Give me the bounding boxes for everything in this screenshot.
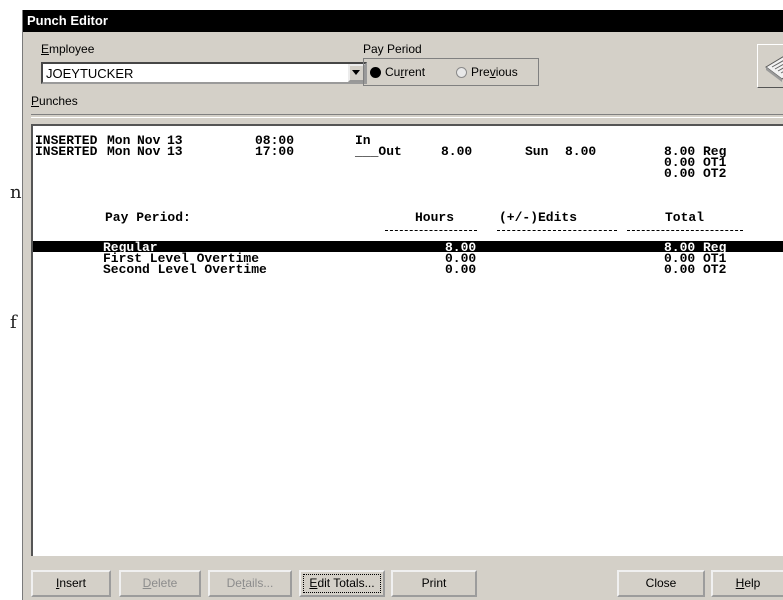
- summary-row-name[interactable]: Second Level Overtime: [103, 263, 267, 276]
- background-page: n f: [0, 0, 22, 600]
- column-underline: [627, 230, 743, 231]
- summary-row-hours: 0.00: [445, 262, 477, 277]
- logo-button: [757, 44, 783, 88]
- column-total: Total: [665, 210, 705, 225]
- delete-button[interactable]: Delete: [119, 570, 201, 597]
- column-edits: (+/-)Edits: [499, 210, 578, 225]
- background-letter: f: [10, 312, 17, 333]
- employee-label: Employee: [41, 42, 95, 56]
- punch-total: 0.00 OT2: [664, 166, 727, 181]
- edit-totals-button[interactable]: Edit Totals...: [299, 570, 385, 597]
- summary-heading: Pay Period:: [105, 210, 191, 225]
- punches-label: Punches: [31, 94, 78, 108]
- print-button[interactable]: Print: [391, 570, 477, 597]
- punch-day2: Sun: [525, 144, 549, 159]
- punch-date: 13: [167, 144, 183, 159]
- radio-selected-icon: [370, 67, 381, 78]
- radio-previous[interactable]: Previous: [456, 65, 518, 81]
- help-button[interactable]: Help: [711, 570, 783, 597]
- punch-hours: 8.00: [441, 144, 473, 159]
- employee-value: JOEYTUCKER: [46, 66, 134, 81]
- column-underline: [497, 230, 617, 231]
- pay-period-radio-group: Current Previous: [363, 58, 539, 86]
- background-letter: n: [10, 182, 22, 203]
- punch-editor-window: Punch Editor Employee JOEYTUCKER Pay Per…: [22, 10, 783, 600]
- punch-hours2: 8.00: [565, 144, 597, 159]
- punch-month: Nov: [137, 144, 161, 159]
- column-hours: Hours: [415, 210, 455, 225]
- punch-day: Mon: [107, 144, 131, 159]
- punch-type: ___Out: [355, 144, 402, 159]
- punches-list[interactable]: INSERTED Mon Nov 13 08:00 In INSERTED Mo…: [31, 124, 783, 556]
- paper-notepad-icon: [764, 53, 783, 88]
- summary-row-total: 0.00 OT2: [664, 262, 727, 277]
- employee-combobox[interactable]: JOEYTUCKER: [41, 62, 367, 84]
- details-button[interactable]: Details...: [208, 570, 292, 597]
- pay-period-label: Pay Period: [363, 42, 422, 56]
- chevron-down-icon: [352, 70, 360, 75]
- close-button[interactable]: Close: [617, 570, 705, 597]
- punch-time: 17:00: [255, 144, 295, 159]
- insert-button[interactable]: Insert: [31, 570, 111, 597]
- column-underline: [385, 230, 477, 231]
- separator: [31, 114, 783, 118]
- radio-current[interactable]: Current: [370, 65, 425, 81]
- punch-status: INSERTED: [35, 144, 98, 159]
- radio-unselected-icon: [456, 67, 467, 78]
- window-title: Punch Editor: [23, 10, 783, 32]
